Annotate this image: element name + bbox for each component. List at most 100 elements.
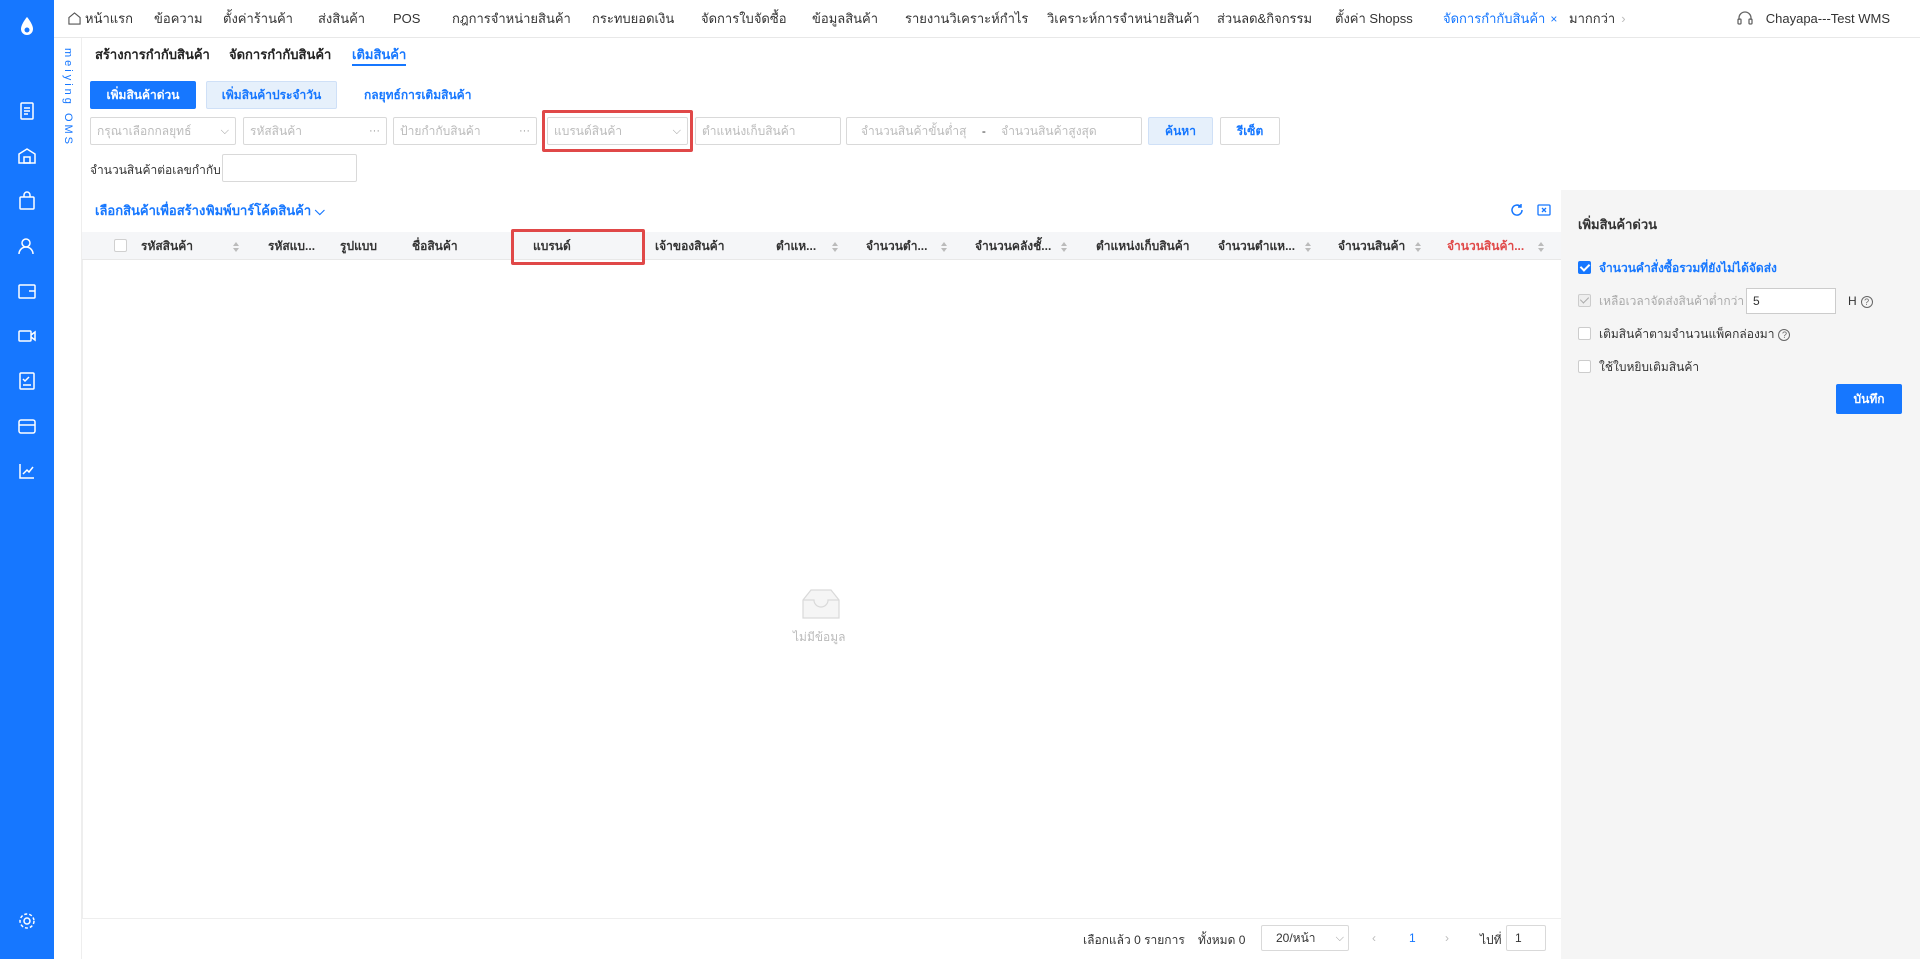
- nav-item-profit-report[interactable]: รายงานวิเคราะห์กำไร: [905, 0, 1028, 38]
- home-icon: [68, 12, 81, 25]
- col-brand[interactable]: แบรนด์: [533, 232, 623, 260]
- checklist-icon[interactable]: [17, 371, 37, 391]
- search-button[interactable]: ค้นหา: [1148, 117, 1213, 145]
- nav-item-shopss-settings[interactable]: ตั้งค่า Shopss: [1335, 0, 1413, 38]
- warehouse-icon[interactable]: [17, 146, 37, 166]
- help-icon[interactable]: ?: [1860, 296, 1873, 308]
- next-page-icon[interactable]: ›: [1445, 931, 1449, 945]
- wallet-icon[interactable]: [17, 281, 37, 301]
- checkbox[interactable]: [1578, 327, 1591, 340]
- sort-icon[interactable]: [940, 241, 948, 253]
- per-label-qty-input[interactable]: [222, 154, 357, 182]
- chart-icon[interactable]: [17, 461, 37, 481]
- top-nav: หน้าแรก ข้อความ ตั้งค่าร้านค้า ส่งสินค้า…: [54, 0, 1920, 38]
- option-unshipped-orders[interactable]: จำนวนคำสั่งซื้อรวมที่ยังไม่ได้จัดส่ง: [1578, 259, 1777, 278]
- col-variant[interactable]: รูปแบบ: [340, 232, 400, 260]
- help-icon[interactable]: ?: [1778, 329, 1791, 341]
- col-location-count[interactable]: จำนวนตำแห...: [1218, 232, 1298, 260]
- nav-item-sales-analysis[interactable]: วิเคราะห์การจำหน่ายสินค้า: [1047, 0, 1200, 38]
- more-dots-icon[interactable]: ···: [369, 118, 380, 144]
- qty-range-input[interactable]: จำนวนสินค้าขั้นต่ำสุ - จำนวนสินค้าสูงสุด: [846, 117, 1142, 145]
- total-count: ทั้งหมด 0: [1198, 933, 1246, 947]
- col-sku[interactable]: รหัสสินค้า: [141, 232, 231, 260]
- strategy-select[interactable]: กรุณาเลือกกลยุทธ์ ⌵: [90, 117, 236, 145]
- nav-item-reconciliation[interactable]: กระทบยอดเงิน: [592, 0, 674, 38]
- nav-item-shipping[interactable]: ส่งสินค้า: [318, 0, 365, 38]
- refresh-icon[interactable]: [1510, 203, 1524, 217]
- option-shipping-time[interactable]: เหลือเวลาจัดส่งสินค้าต่ำกว่า: [1578, 292, 1744, 311]
- select-to-create-button[interactable]: เลือกสินค้าเพื่อสร้าง: [95, 200, 205, 221]
- nav-item-active-tab[interactable]: จัดการกำกับสินค้า ×: [1443, 0, 1557, 38]
- location-input[interactable]: ตำแหน่งเก็บสินค้า: [695, 117, 841, 145]
- goto-page-input[interactable]: 1: [1506, 925, 1546, 951]
- nav-more[interactable]: มากกว่า ›: [1569, 0, 1626, 38]
- checkbox-disabled[interactable]: [1578, 294, 1591, 307]
- prev-page-icon[interactable]: ‹: [1372, 931, 1376, 945]
- empty-inbox-icon: [802, 589, 840, 619]
- video-icon[interactable]: [17, 326, 37, 346]
- current-page[interactable]: 1: [1409, 931, 1416, 945]
- panel-title: เพิ่มสินค้าด่วน: [1578, 217, 1658, 232]
- sort-icon[interactable]: [1060, 241, 1068, 253]
- sort-icon[interactable]: [1414, 241, 1422, 253]
- chevron-down-icon: ⌵: [1335, 932, 1344, 944]
- print-barcode-dropdown[interactable]: พิมพ์บาร์โค้ดสินค้า ⌵: [206, 200, 325, 221]
- option-pack-quantity[interactable]: เติมสินค้าตามจำนวนแพ็คกล่องมา?: [1578, 325, 1791, 344]
- store-icon[interactable]: [17, 416, 37, 436]
- restock-strategy-button[interactable]: กลยุทธ์การเติมสินค้า: [351, 81, 484, 109]
- page-size-select[interactable]: 20/หน้า ⌵: [1261, 925, 1349, 951]
- save-button[interactable]: บันทึก: [1836, 384, 1902, 414]
- sort-icon[interactable]: [831, 241, 839, 253]
- checkbox-checked[interactable]: [1578, 261, 1591, 274]
- nav-item-promotions[interactable]: ส่วนลด&กิจกรรม: [1217, 0, 1312, 38]
- brand-select[interactable]: แบรนด์สินค้า ⌵: [547, 117, 688, 145]
- shipping-hours-input[interactable]: 5: [1746, 288, 1836, 314]
- quick-restock-button[interactable]: เพิ่มสินค้าด่วน: [90, 81, 196, 109]
- close-tab-icon[interactable]: ×: [1550, 12, 1557, 26]
- bag-icon[interactable]: [17, 191, 37, 211]
- nav-item-product-info[interactable]: ข้อมูลสินค้า: [812, 0, 878, 38]
- sort-icon[interactable]: [1304, 241, 1312, 253]
- daily-restock-button[interactable]: เพิ่มสินค้าประจำวัน: [206, 81, 337, 109]
- col-owner[interactable]: เจ้าของสินค้า: [655, 232, 745, 260]
- col-stock-qty-red[interactable]: จำนวนสินค้า...: [1447, 232, 1532, 260]
- chevron-down-icon: ⌵: [220, 125, 229, 137]
- app-logo-icon[interactable]: [13, 14, 41, 42]
- user-icon[interactable]: [17, 236, 37, 256]
- nav-home[interactable]: หน้าแรก: [68, 0, 133, 38]
- reset-button[interactable]: รีเซ็ต: [1220, 117, 1280, 145]
- col-position-qty[interactable]: จำนวนตำ...: [866, 232, 936, 260]
- headset-icon[interactable]: [1736, 9, 1754, 27]
- nav-item-sales-rules[interactable]: กฎการจำหน่ายสินค้า: [452, 0, 571, 38]
- export-icon[interactable]: [1537, 203, 1551, 217]
- label-input[interactable]: ป้ายกำกับสินค้า ···: [393, 117, 537, 145]
- subtab-create-label[interactable]: สร้างการกำกับสินค้า: [95, 44, 210, 66]
- col-position[interactable]: ตำแห...: [776, 232, 826, 260]
- user-menu[interactable]: Chayapa---Test WMS: [1736, 0, 1890, 38]
- more-dots-icon[interactable]: ···: [519, 118, 530, 144]
- select-all-checkbox[interactable]: [114, 239, 127, 252]
- col-stock-qty[interactable]: จำนวนสินค้า: [1338, 232, 1413, 260]
- checkbox[interactable]: [1578, 360, 1591, 373]
- col-shelf-qty[interactable]: จำนวนคลังชั้...: [975, 232, 1055, 260]
- nav-item-purchase-orders[interactable]: จัดการใบจัดซื้อ: [701, 0, 787, 38]
- user-name: Chayapa---Test WMS: [1765, 11, 1890, 26]
- option-pick-list[interactable]: ใช้ใบหยิบเติมสินค้า: [1578, 358, 1699, 377]
- subtab-restock[interactable]: เติมสินค้า: [352, 44, 407, 66]
- settings-icon[interactable]: [17, 911, 37, 931]
- subtab-manage-label[interactable]: จัดการกำกับสินค้า: [229, 44, 331, 66]
- col-barcode[interactable]: รหัสแบ...: [268, 232, 333, 260]
- sku-input[interactable]: รหัสสินค้า ···: [243, 117, 387, 145]
- sort-icon[interactable]: [232, 241, 240, 253]
- left-rail: [0, 0, 54, 959]
- sort-icon[interactable]: [1537, 241, 1545, 253]
- nav-item-messages[interactable]: ข้อความ: [154, 0, 203, 38]
- nav-item-store-settings[interactable]: ตั้งค่าร้านค้า: [223, 0, 293, 38]
- col-product-name[interactable]: ชื่อสินค้า: [412, 232, 492, 260]
- hours-unit-label: H: [1848, 294, 1857, 308]
- nav-item-pos[interactable]: POS: [393, 0, 420, 38]
- col-location-count-label: จำนวนตำแห...: [1218, 239, 1296, 253]
- document-icon[interactable]: [17, 101, 37, 121]
- col-product-name-label: ชื่อสินค้า: [412, 239, 458, 253]
- col-location[interactable]: ตำแหน่งเก็บสินค้า: [1096, 232, 1201, 260]
